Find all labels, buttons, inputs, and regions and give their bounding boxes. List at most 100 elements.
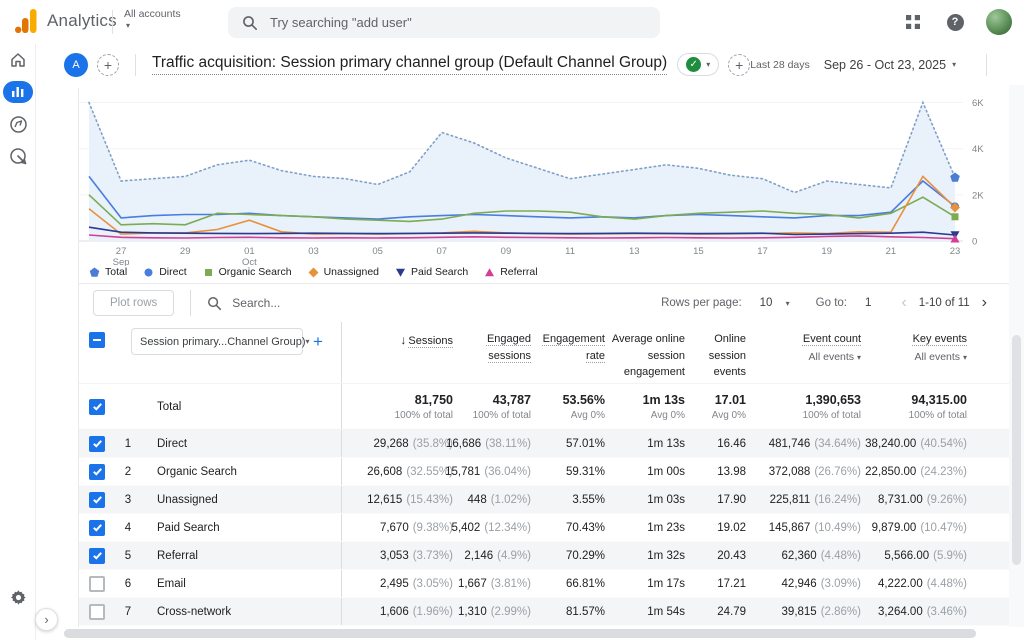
report-title[interactable]: Traffic acquisition: Session primary cha… — [152, 54, 667, 75]
chevron-down-icon: ▾ — [786, 299, 790, 308]
square-icon — [203, 267, 214, 278]
legend-item-referral[interactable]: Referral — [484, 266, 537, 278]
legend-item-organic-search[interactable]: Organic Search — [203, 266, 292, 278]
x-axis-tick: 11 — [565, 246, 575, 257]
legend-item-unassigned[interactable]: Unassigned — [308, 266, 379, 278]
x-axis-tick: 23 — [950, 246, 961, 257]
metric-cell: 2,495(3.05%) — [341, 570, 453, 597]
help-icon[interactable]: ? — [944, 11, 966, 33]
metric-cell: 70.43% — [531, 514, 605, 541]
total-row-checkbox[interactable] — [89, 399, 105, 415]
nav-advertising[interactable] — [0, 140, 36, 172]
metric-cell: 26,608(32.55%) — [341, 458, 453, 485]
chevron-down-icon: ▾ — [305, 337, 309, 346]
analytics-logo[interactable]: Analytics — [14, 8, 117, 34]
chevron-down-icon: ▾ — [952, 60, 956, 69]
table-row: 7Cross-network1,606(1.96%)1,310(2.99%)81… — [79, 598, 1009, 626]
table-row: 2Organic Search26,608(32.55%)15,781(36.0… — [79, 458, 1009, 486]
prev-page-button[interactable]: ‹ — [897, 294, 910, 312]
row-checkbox[interactable] — [89, 464, 105, 480]
vertical-scrollbar[interactable] — [1009, 85, 1024, 628]
row-index: 2 — [115, 466, 141, 478]
triangle-down-icon — [395, 267, 406, 278]
row-channel[interactable]: Referral — [141, 550, 341, 562]
legend-item-direct[interactable]: Direct — [143, 266, 186, 278]
sort-desc-icon: ↓ — [400, 333, 406, 347]
goto-page-input[interactable]: 1 — [865, 297, 871, 309]
sessions-over-time-chart: 02K4K6K27Sep2901Oct030507091113151719212… — [79, 88, 1009, 283]
row-checkbox[interactable] — [89, 436, 105, 452]
legend-item-total[interactable]: Total — [89, 266, 127, 278]
row-channel[interactable]: Email — [141, 578, 341, 590]
nav-home[interactable] — [0, 44, 36, 76]
row-index: 1 — [115, 438, 141, 450]
row-channel[interactable]: Paid Search — [141, 522, 341, 534]
property-badge[interactable]: A — [64, 53, 88, 77]
row-checkbox[interactable] — [89, 492, 105, 508]
metric-cell: 20.43 — [685, 542, 746, 569]
data-quality-badge[interactable]: ✓ ▾ — [677, 53, 719, 76]
row-checkbox[interactable] — [89, 576, 105, 592]
event-filter-select[interactable]: All events ▾ — [746, 350, 861, 366]
dimension-selector[interactable]: Session primary...Channel Group) ▾ — [131, 328, 303, 355]
metric-cell: 17.90 — [685, 486, 746, 513]
x-axis-tick: 17 — [757, 246, 768, 257]
help-glyph: ? — [947, 14, 964, 31]
nav-admin[interactable] — [0, 582, 36, 612]
metric-cell: 29,268(35.8%) — [341, 430, 453, 457]
row-checkbox[interactable] — [89, 604, 105, 620]
metric-cell: 3,264.00(3.46%) — [861, 598, 967, 625]
metric-cell: 59.31% — [531, 458, 605, 485]
circle-icon — [143, 267, 154, 278]
next-page-button[interactable]: › — [978, 294, 991, 312]
row-channel[interactable]: Direct — [141, 438, 341, 450]
plot-rows-button[interactable]: Plot rows — [93, 290, 174, 316]
user-avatar[interactable] — [986, 9, 1012, 35]
topbar: Analytics All accounts ▾ Try searching "… — [0, 0, 1024, 44]
row-channel[interactable]: Unassigned — [141, 494, 341, 506]
date-range-label: Last 28 days — [750, 59, 810, 71]
metric-cell: 38,240.00(40.54%) — [861, 430, 967, 457]
row-index: 5 — [115, 550, 141, 562]
table-search-input[interactable]: Search... — [207, 296, 661, 311]
metric-cell: 15,781(36.04%) — [453, 458, 531, 485]
add-comparison-button[interactable]: + — [97, 54, 119, 76]
horizontal-scrollbar-thumb[interactable] — [64, 629, 976, 638]
row-channel[interactable]: Cross-network — [141, 606, 341, 618]
vertical-scrollbar-thumb[interactable] — [1012, 335, 1021, 565]
row-checkbox[interactable] — [89, 548, 105, 564]
row-checkbox[interactable] — [89, 520, 105, 536]
metric-cell: 1m 32s — [605, 542, 685, 569]
svg-text:Oct: Oct — [242, 257, 257, 266]
total-metric-cell: 94,315.00100% of total — [861, 384, 967, 429]
pagination-status: 1-10 of 11 — [919, 297, 970, 309]
nav-expand-button[interactable]: › — [35, 608, 58, 631]
metric-cell: 9,879.00(10.47%) — [861, 514, 967, 541]
add-filter-button[interactable]: + — [728, 54, 750, 76]
date-range-picker[interactable]: Sep 26 - Oct 23, 2025 ▾ — [824, 58, 956, 72]
diagnostics-grid-icon[interactable] — [902, 11, 924, 33]
explore-icon — [9, 115, 28, 134]
add-dimension-button[interactable]: + — [313, 332, 323, 352]
chart-svg[interactable]: 02K4K6K27Sep2901Oct030507091113151719212… — [79, 88, 1009, 266]
account-switcher[interactable]: All accounts ▾ — [124, 9, 181, 30]
row-channel[interactable]: Organic Search — [141, 466, 341, 478]
metric-cell: 66.81% — [531, 570, 605, 597]
metric-cell: 1,667(3.81%) — [453, 570, 531, 597]
table-row: 5Referral3,053(3.73%)2,146(4.9%)70.29%1m… — [79, 542, 1009, 570]
select-all-checkbox[interactable] — [89, 332, 105, 348]
gear-icon — [10, 589, 27, 606]
x-axis-tick: 13 — [629, 246, 640, 257]
x-axis-tick: 03 — [308, 246, 319, 257]
metric-cell: 1,606(1.96%) — [341, 598, 453, 625]
nav-reports-active[interactable] — [3, 81, 33, 103]
horizontal-scrollbar[interactable] — [36, 627, 1024, 640]
legend-item-paid-search[interactable]: Paid Search — [395, 266, 468, 278]
report-header: A + Traffic acquisition: Session primary… — [36, 44, 1024, 85]
metric-cell: 1m 23s — [605, 514, 685, 541]
header-divider — [986, 54, 987, 76]
global-search-input[interactable]: Try searching "add user" — [228, 7, 660, 38]
event-filter-select[interactable]: All events ▾ — [861, 350, 967, 366]
nav-explore[interactable] — [0, 108, 36, 140]
rows-per-page-select[interactable]: 10 ▾ — [760, 297, 790, 309]
